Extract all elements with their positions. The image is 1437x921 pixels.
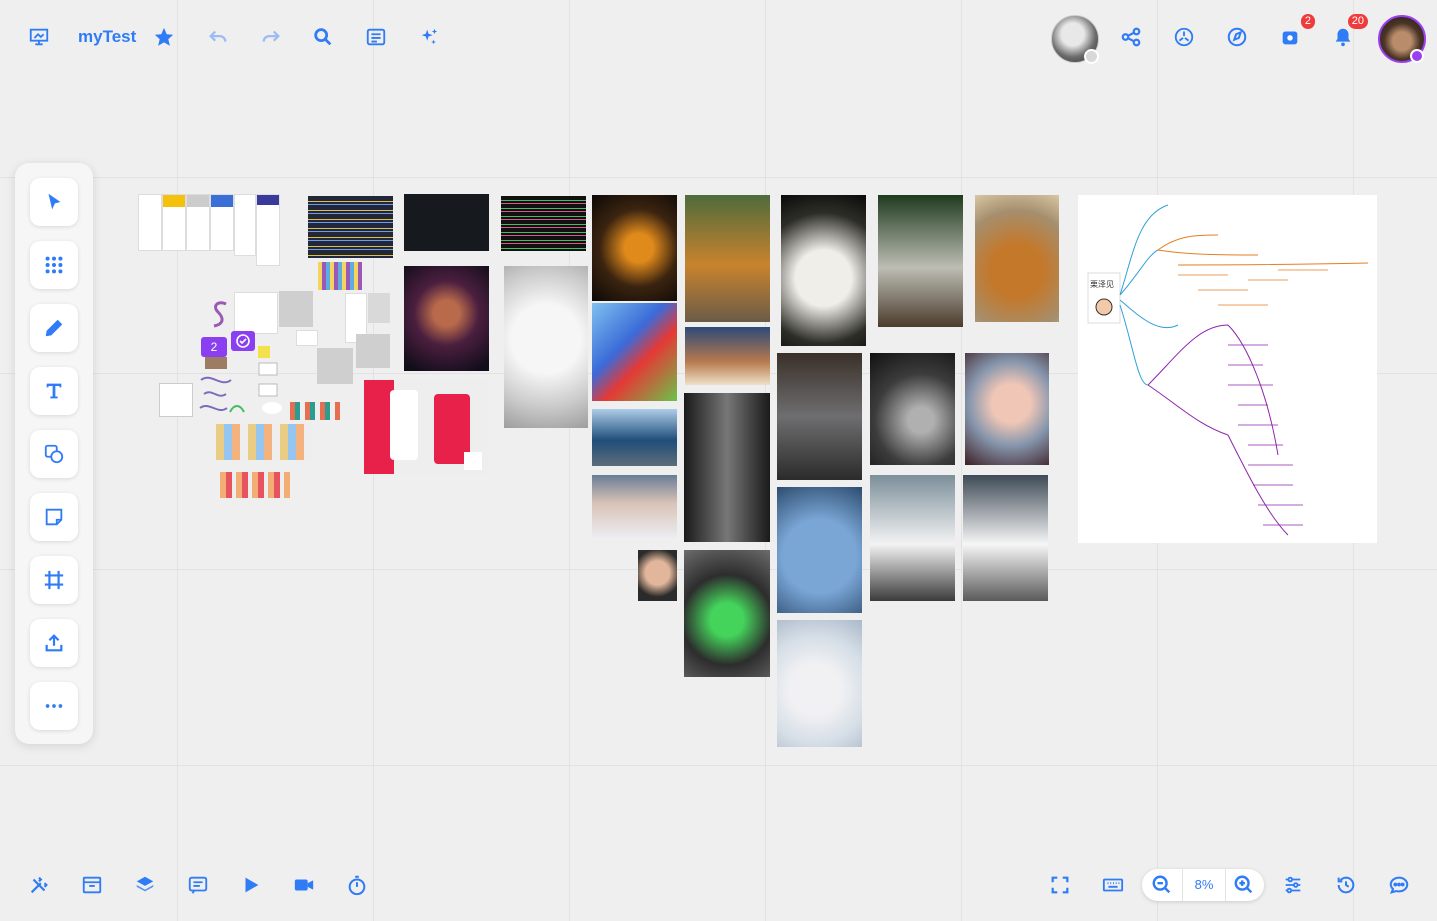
- photo-tiger-lying[interactable]: [685, 195, 770, 322]
- photo-man-portrait[interactable]: [638, 550, 677, 601]
- emoji-stickers[interactable]: [220, 472, 290, 498]
- layers-icon[interactable]: [130, 870, 160, 900]
- doc-thumbnail[interactable]: [234, 194, 256, 256]
- doc-thumbnail[interactable]: [138, 194, 162, 251]
- photo-white-civic[interactable]: [963, 475, 1048, 601]
- s-doodle[interactable]: [210, 300, 230, 330]
- color-dots[interactable]: [290, 402, 340, 420]
- photo-kitten[interactable]: [777, 620, 862, 747]
- zoom-out-icon[interactable]: [1147, 870, 1177, 900]
- code-screenshot[interactable]: [501, 196, 586, 251]
- photo-race-car-pit[interactable]: [684, 550, 770, 677]
- doc-thumbnail[interactable]: [159, 383, 193, 417]
- settings-sliders-icon[interactable]: [1278, 870, 1308, 900]
- app-screenshot[interactable]: [404, 194, 489, 251]
- photo-white-lamborghini[interactable]: [870, 475, 955, 601]
- comment-count-badge[interactable]: 2: [201, 337, 227, 357]
- zoom-level[interactable]: 8%: [1182, 869, 1226, 901]
- photo-white-tiger-rock[interactable]: [878, 195, 963, 327]
- code-screenshot[interactable]: [308, 196, 393, 258]
- doc-thumbnail[interactable]: [186, 194, 210, 251]
- keyboard-icon[interactable]: [1098, 870, 1128, 900]
- doc-thumbnail[interactable]: [162, 194, 186, 251]
- photo-white-tiger[interactable]: [781, 195, 866, 346]
- video-placeholder[interactable]: [279, 291, 313, 327]
- photo-tiger-closeup[interactable]: [592, 195, 677, 301]
- photo-forest-road[interactable]: [684, 393, 770, 542]
- mindmap-center-label: 栗泽见: [1090, 280, 1114, 289]
- comments-panel-icon[interactable]: [183, 870, 213, 900]
- doc-thumbnail[interactable]: [368, 293, 390, 323]
- zoom-in-icon[interactable]: [1229, 870, 1259, 900]
- photo-tiger-sitting[interactable]: [975, 195, 1059, 322]
- photo-car-headlight[interactable]: [870, 353, 955, 465]
- icon-stickers[interactable]: [216, 424, 312, 460]
- doc-thumbnail[interactable]: [296, 330, 318, 346]
- archive-icon[interactable]: [77, 870, 107, 900]
- history-icon[interactable]: [1331, 870, 1361, 900]
- photo-car-snow[interactable]: [592, 475, 677, 538]
- purple-doodles[interactable]: [196, 370, 256, 422]
- video-call-icon[interactable]: [289, 870, 319, 900]
- photo-blue-car[interactable]: [592, 409, 677, 466]
- photo-mercedes[interactable]: [777, 353, 862, 480]
- sticker[interactable]: [205, 357, 227, 369]
- mindmap-image[interactable]: 栗泽见: [1078, 195, 1377, 543]
- check-icon: [236, 334, 250, 348]
- video-placeholder[interactable]: [356, 334, 390, 368]
- sticky-note[interactable]: [258, 346, 270, 358]
- photo-car-mirror[interactable]: [965, 353, 1049, 465]
- ellipse-shape[interactable]: [262, 402, 282, 414]
- empty-shapes[interactable]: [258, 362, 278, 402]
- doc-thumbnail[interactable]: [234, 292, 278, 334]
- photo-portrait-laptop[interactable]: [404, 266, 489, 371]
- fullscreen-icon[interactable]: [1045, 870, 1075, 900]
- sticker-sheet[interactable]: [318, 262, 362, 290]
- video-placeholder[interactable]: [317, 348, 353, 384]
- magic-tool-icon[interactable]: [24, 870, 54, 900]
- chat-icon[interactable]: [1384, 870, 1414, 900]
- timer-icon[interactable]: [342, 870, 372, 900]
- play-icon[interactable]: [236, 870, 266, 900]
- photo-dragon-statue[interactable]: [685, 327, 770, 385]
- doc-thumbnail[interactable]: [256, 194, 280, 266]
- canvas[interactable]: 2 栗泽见: [0, 0, 1437, 921]
- photo-blue-porsche[interactable]: [777, 487, 862, 613]
- photo-white-cat[interactable]: [504, 266, 588, 428]
- check-badge[interactable]: [231, 331, 255, 351]
- zoom-control: 8%: [1142, 869, 1264, 901]
- doc-thumbnail[interactable]: [210, 194, 234, 251]
- scooter-app-mockup[interactable]: [364, 380, 489, 474]
- photo-dragon-sculpture[interactable]: [592, 303, 677, 401]
